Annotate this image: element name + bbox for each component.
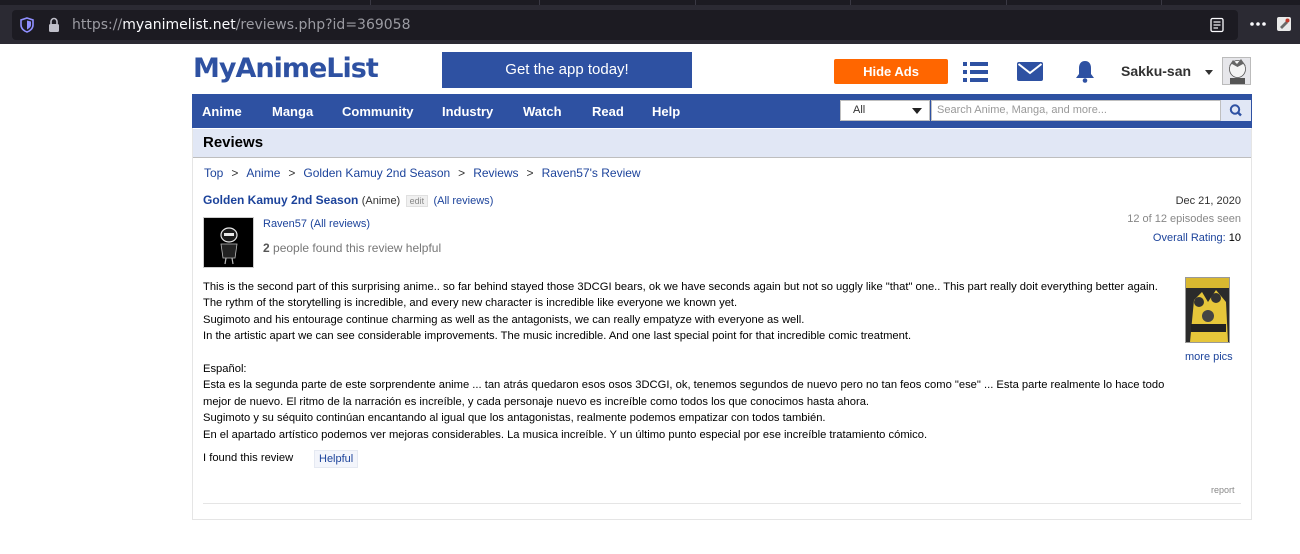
extension-icon[interactable] [1276,16,1292,32]
breadcrumb-reviews[interactable]: Reviews [473,166,518,180]
breadcrumb-top[interactable]: Top [204,166,223,180]
reviewer-name-link[interactable]: Raven57 [263,218,307,230]
breadcrumb-separator: > [288,166,296,180]
overall-rating-value: 10 [1228,232,1241,244]
episodes-seen: 12 of 12 episodes seen [1127,213,1241,225]
review-paragraph: Esta es la segunda parte de este sorpren… [203,379,1165,408]
helpful-button[interactable]: Helpful [314,450,359,468]
reviewer-avatar-image [204,218,253,267]
nav-manga[interactable]: Manga [272,104,313,119]
anime-kind: (Anime) [361,195,401,207]
nav-watch[interactable]: Watch [523,104,562,119]
review-paragraph: Español: [203,363,247,376]
search-icon [1229,104,1242,117]
divider [203,503,1241,504]
review-paragraph: Sugimoto and his entourage continue char… [203,313,805,326]
nav-help[interactable]: Help [652,104,680,119]
breadcrumb-separator: > [526,166,534,180]
nav-read[interactable]: Read [592,104,624,119]
notification-bell-icon[interactable] [1073,59,1097,83]
helpful-count-text: people found this review helpful [273,241,442,255]
nav-anime[interactable]: Anime [202,104,242,119]
helpful-count-number: 2 [263,241,270,255]
anime-title-link[interactable]: Golden Kamuy 2nd Season [203,193,358,207]
main-navbar: Anime Manga Community Industry Watch Rea… [192,94,1252,128]
search-button[interactable] [1221,100,1251,121]
mail-icon[interactable] [1017,62,1043,81]
anime-cover-art [1186,278,1229,342]
review-paragraph: En el apartado artístico podemos ver mej… [203,428,928,441]
all-reviews-link[interactable]: All reviews [437,195,490,207]
user-menu-chevron-down-icon[interactable] [1205,70,1213,75]
avatar-image [1223,58,1250,84]
review-paragraph: This is the second part of this surprisi… [203,281,1158,310]
review-anime-heading: Golden Kamuy 2nd Season (Anime) edit (Al… [203,193,493,207]
nav-community[interactable]: Community [342,104,414,119]
chevron-down-icon [912,108,922,114]
breadcrumb-anime[interactable]: Anime [246,166,280,180]
url-text[interactable]: https://myanimelist.net/reviews.php?id=3… [72,17,411,33]
all-reviews-paren-close: ) [489,195,494,207]
reader-view-icon[interactable] [1209,17,1225,33]
breadcrumb-separator: > [231,166,239,180]
review-paragraph: In the artistic apart we can see conside… [203,330,912,343]
found-review-text: I found this review [203,452,294,464]
app-banner[interactable]: Get the app today! [442,52,692,88]
page-header: Reviews [193,129,1251,158]
browser-toolbar: https://myanimelist.net/reviews.php?id=3… [0,5,1300,44]
search-category-value: All [853,104,866,116]
username[interactable]: Sakku-san [1121,63,1191,79]
review-date: Dec 21, 2020 [1175,195,1241,207]
report-link[interactable]: report [1211,485,1235,495]
lock-icon[interactable] [48,17,60,33]
overall-rating-label: Overall Rating: [1152,232,1226,244]
review-paragraph: Sugimoto y su séquito continúan encantan… [203,412,826,425]
more-actions-icon[interactable] [1249,21,1267,27]
breadcrumb-separator: > [458,166,466,180]
url-host: myanimelist.net [122,17,236,33]
url-path: /reviews.php?id=369058 [235,17,411,33]
helpful-count: 2 people found this review helpful [263,241,441,255]
reviewer-avatar[interactable] [203,217,254,268]
tracking-shield-icon[interactable] [20,17,34,33]
hide-ads-button[interactable]: Hide Ads [834,59,948,84]
review-body: This is the second part of this surprisi… [203,279,1168,443]
site-logo[interactable]: MyAnimeList [193,53,379,84]
search-input[interactable]: Search Anime, Manga, and more... [931,100,1221,121]
breadcrumb-anime-title[interactable]: Golden Kamuy 2nd Season [303,166,450,180]
breadcrumb-current-review[interactable]: Raven57's Review [542,166,641,180]
reviewer-all-reviews-link[interactable]: (All reviews) [310,218,370,230]
overall-rating: Overall Rating: 10 [1153,232,1241,244]
search-category-select[interactable]: All [840,100,930,121]
breadcrumb: Top > Anime > Golden Kamuy 2nd Season > Review… [204,166,641,180]
nav-industry[interactable]: Industry [442,104,493,119]
url-prefix: https:// [72,17,123,33]
list-icon[interactable] [963,61,988,83]
more-pics-link[interactable]: more pics [1185,351,1233,363]
edit-button[interactable]: edit [405,195,429,207]
reviewer-line: Raven57 (All reviews) [263,218,370,230]
address-bar[interactable]: https://myanimelist.net/reviews.php?id=3… [12,10,1238,40]
user-avatar[interactable] [1222,57,1251,85]
anime-cover-image[interactable] [1185,277,1230,343]
page-title: Reviews [203,134,264,151]
